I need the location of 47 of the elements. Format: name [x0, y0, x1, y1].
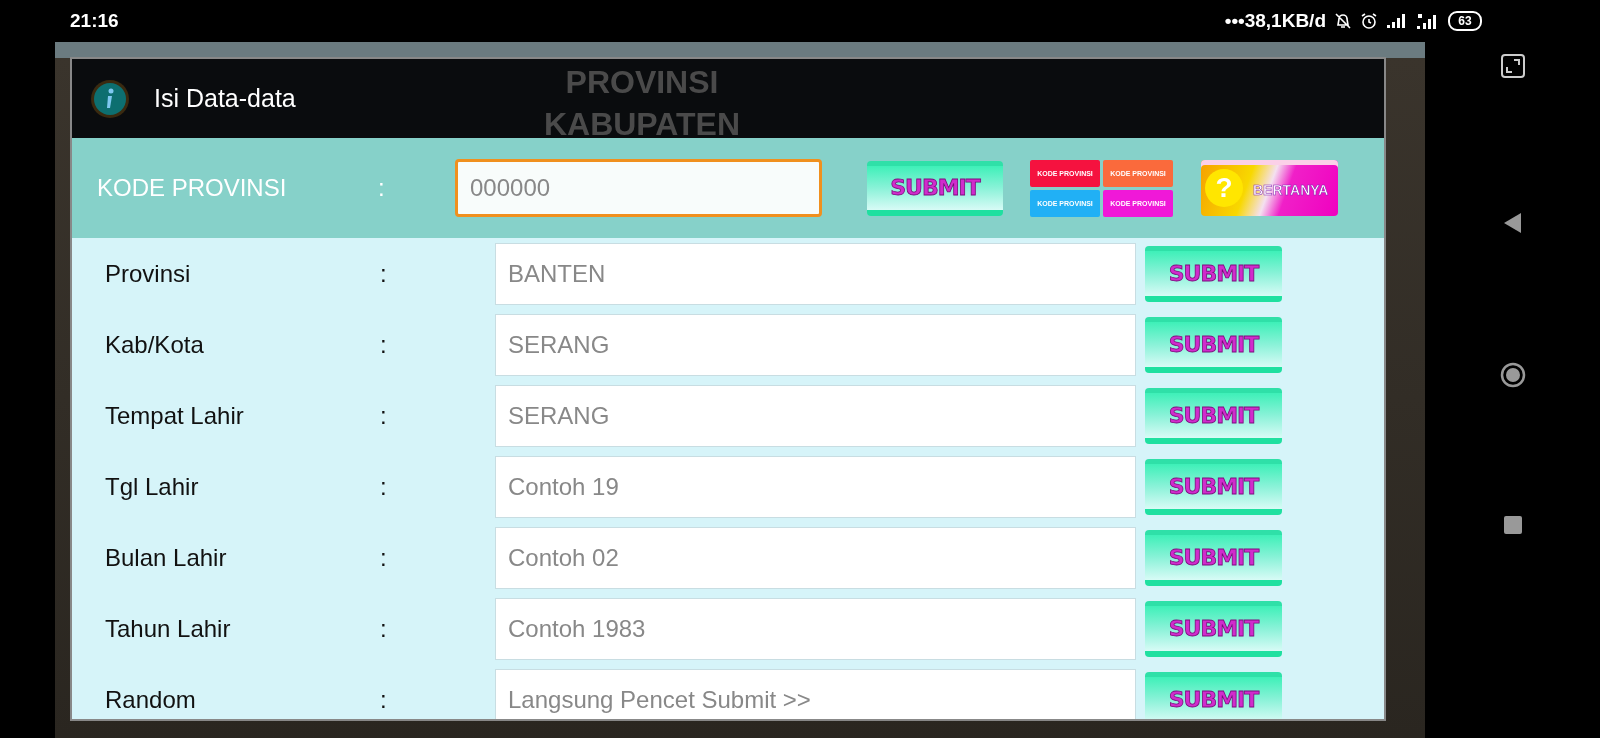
- alarm-icon: [1360, 12, 1378, 30]
- submit-button[interactable]: SUBMIT: [1145, 529, 1282, 586]
- submit-button[interactable]: SUBMIT: [1145, 600, 1282, 657]
- submit-button[interactable]: SUBMIT: [1145, 316, 1282, 373]
- colon: :: [380, 401, 388, 430]
- info-icon: [90, 78, 130, 119]
- colon: :: [380, 685, 388, 714]
- colon: :: [378, 174, 386, 202]
- battery: 63: [1448, 11, 1482, 31]
- colon: :: [380, 614, 388, 643]
- background-heading: PROVINSI: [564, 63, 720, 102]
- input-field[interactable]: Langsung Pencet Submit >>: [495, 668, 1136, 719]
- colon: :: [380, 330, 388, 359]
- field-label: Kab/Kota: [105, 330, 205, 359]
- fullscreen-icon[interactable]: [1500, 54, 1525, 78]
- field-label: Provinsi: [105, 259, 192, 288]
- field-label: Tempat Lahir: [105, 401, 245, 430]
- submit-button[interactable]: SUBMIT: [867, 160, 1003, 216]
- input-field[interactable]: SERANG: [495, 384, 1136, 447]
- network-speed: •••38,1KB/d: [1224, 10, 1326, 32]
- input-field[interactable]: BANTEN: [495, 242, 1136, 305]
- dialog-title: Isi Data-data: [154, 84, 296, 113]
- submit-button[interactable]: SUBMIT: [1145, 245, 1282, 302]
- clock: 21:16: [70, 10, 119, 32]
- field-label: Tgl Lahir: [105, 472, 200, 501]
- input-field[interactable]: SERANG: [495, 313, 1136, 376]
- colon: :: [380, 543, 388, 572]
- field-label: Tahun Lahir: [105, 614, 232, 643]
- input-field[interactable]: Contoh 19: [495, 455, 1136, 518]
- muted-bell-icon: [1334, 12, 1352, 30]
- home-icon[interactable]: [1499, 362, 1526, 388]
- submit-button[interactable]: SUBMIT: [1145, 671, 1282, 719]
- submit-button[interactable]: SUBMIT: [1145, 387, 1282, 444]
- submit-button[interactable]: SUBMIT: [1145, 458, 1282, 515]
- signal-icon: [1386, 13, 1408, 29]
- input-field[interactable]: Contoh 1983: [495, 597, 1136, 660]
- input-field[interactable]: Contoh 02: [495, 526, 1136, 589]
- input-field[interactable]: 000000: [455, 159, 822, 217]
- question-mark: ?: [1205, 169, 1243, 207]
- colon: :: [380, 472, 388, 501]
- field-label: Random: [105, 685, 197, 714]
- field-label: Bulan Lahir: [105, 543, 228, 572]
- colon: :: [380, 259, 388, 288]
- back-icon[interactable]: [1503, 213, 1522, 233]
- recents-icon[interactable]: [1503, 516, 1522, 534]
- field-label: KODE PROVINSI: [97, 174, 288, 202]
- background-heading: KABUPATEN: [542, 105, 742, 144]
